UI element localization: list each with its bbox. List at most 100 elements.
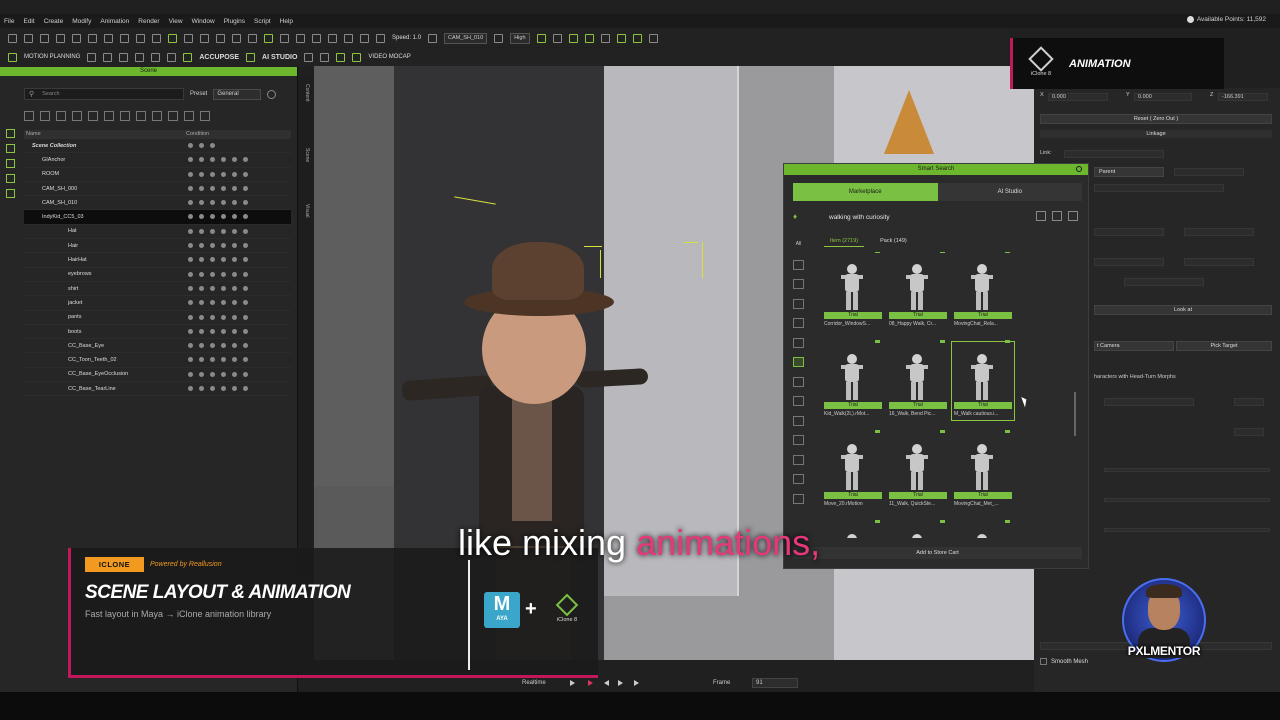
condition-icon[interactable]	[199, 300, 204, 306]
condition-icon[interactable]	[210, 357, 215, 363]
tab-content[interactable]: Content	[300, 84, 310, 102]
scene-tree-row[interactable]: CC_Base_EyeOcclusion	[24, 368, 291, 383]
frame-field[interactable]: 91	[752, 678, 798, 688]
hand-icon[interactable]	[103, 52, 113, 62]
condition-icon[interactable]	[221, 386, 226, 392]
condition-icon[interactable]	[221, 157, 226, 163]
zoom-icon[interactable]	[312, 33, 321, 43]
condition-icon[interactable]	[232, 228, 237, 234]
condition-icon[interactable]	[243, 285, 248, 291]
visibility-icon[interactable]	[188, 185, 193, 191]
trial-badge[interactable]: Trial	[824, 402, 882, 409]
condition-icon[interactable]	[221, 228, 226, 234]
condition-icon[interactable]	[221, 171, 226, 177]
condition-icon[interactable]	[199, 143, 204, 148]
visibility-icon[interactable]	[188, 386, 193, 392]
condition-icon[interactable]	[210, 200, 215, 206]
visibility-icon[interactable]	[188, 328, 193, 334]
filter-funnel-icon[interactable]	[1068, 211, 1078, 221]
menu-help[interactable]: Help	[280, 18, 293, 25]
puppet-icon[interactable]	[87, 52, 97, 62]
category-image-icon[interactable]	[793, 435, 804, 445]
condition-icon[interactable]	[243, 200, 248, 206]
condition-icon[interactable]	[199, 343, 204, 349]
save-icon[interactable]	[40, 33, 49, 43]
smooth-mesh-toggle[interactable]: Smooth Mesh	[1040, 658, 1088, 665]
condition-icon[interactable]	[232, 386, 237, 392]
visibility-icon[interactable]	[188, 228, 193, 234]
speed-label[interactable]: Speed: 1.0	[392, 35, 421, 41]
condition-icon[interactable]	[243, 357, 248, 363]
prev-frame-icon[interactable]	[604, 680, 609, 686]
condition-icon[interactable]	[221, 314, 226, 320]
cone-prop[interactable]	[884, 90, 934, 154]
condition-icon[interactable]	[232, 300, 237, 306]
condition-icon[interactable]	[210, 328, 215, 334]
camera-select[interactable]: CAM_SH_010	[444, 32, 488, 44]
visibility-icon[interactable]	[188, 171, 193, 177]
visibility-icon[interactable]	[188, 271, 193, 277]
scene-tree-row[interactable]: CC_Base_TearLine	[24, 382, 291, 397]
motion-result-item[interactable]	[887, 520, 949, 538]
condition-icon[interactable]	[210, 285, 215, 291]
collapse-icon[interactable]	[320, 52, 330, 62]
condition-icon[interactable]	[221, 328, 226, 334]
visibility-icon[interactable]	[188, 314, 193, 320]
category-gesture-icon[interactable]	[793, 396, 804, 406]
condition-icon[interactable]	[243, 214, 248, 220]
tab-marketplace[interactable]: Marketplace	[793, 183, 938, 201]
category-accessory-icon[interactable]	[793, 298, 804, 309]
scene-tree-row[interactable]: Scene Collection	[24, 139, 291, 154]
condition-icon[interactable]	[199, 357, 204, 363]
new-project-icon[interactable]	[8, 33, 17, 43]
select-icon[interactable]	[152, 33, 161, 43]
condition-icon[interactable]	[210, 386, 215, 392]
category-effect-icon[interactable]	[793, 474, 804, 484]
condition-icon[interactable]	[210, 271, 215, 277]
tab-ai-studio[interactable]: AI Studio	[937, 183, 1082, 201]
condition-icon[interactable]	[243, 328, 248, 334]
camera-view-icon[interactable]	[264, 33, 273, 43]
condition-icon[interactable]	[243, 300, 248, 306]
menu-edit[interactable]: Edit	[23, 18, 34, 25]
motion-result-item[interactable]: Trial Move_20.rMotion	[822, 430, 884, 510]
trial-badge[interactable]: Trial	[889, 402, 947, 409]
scene-tree-row[interactable]: Hair	[24, 239, 291, 254]
open-project-icon[interactable]	[24, 33, 33, 43]
scene-tree-row[interactable]: CAM_SH_000	[24, 182, 291, 197]
condition-icon[interactable]	[199, 243, 204, 249]
condition-icon[interactable]	[243, 185, 248, 191]
sort-icon[interactable]	[184, 111, 194, 121]
condition-icon[interactable]	[199, 185, 204, 191]
undo-icon[interactable]	[136, 33, 145, 43]
face-icon[interactable]	[135, 52, 145, 62]
delete-icon[interactable]	[200, 111, 210, 121]
category-pose-icon[interactable]	[793, 376, 804, 387]
condition-icon[interactable]	[210, 171, 215, 177]
pivot-icon[interactable]	[248, 33, 257, 43]
collapse-all-icon[interactable]	[72, 111, 82, 121]
condition-icon[interactable]	[232, 371, 237, 377]
condition-icon[interactable]	[243, 243, 248, 249]
condition-icon[interactable]	[243, 157, 248, 163]
condition-icon[interactable]	[210, 157, 215, 163]
trial-badge[interactable]: Trial	[954, 492, 1012, 499]
hierarchy-icon[interactable]	[40, 111, 50, 121]
condition-icon[interactable]	[199, 386, 204, 392]
motion-result-item[interactable]: Trial MovingChat_Met_...	[952, 430, 1014, 510]
menu-create[interactable]: Create	[44, 18, 64, 25]
tag-filter-icon[interactable]: ♦	[793, 212, 809, 222]
visibility-icon[interactable]	[188, 257, 193, 263]
menu-window[interactable]: Window	[192, 18, 215, 25]
menu-plugins[interactable]: Plugins	[224, 18, 245, 25]
camera-filter-icon[interactable]	[6, 174, 15, 183]
visibility-icon[interactable]	[188, 143, 193, 148]
scene-tree-row[interactable]: Hat	[24, 225, 291, 240]
accupose-label[interactable]: ACCUPOSE	[199, 54, 239, 61]
video-mocap-label[interactable]: VIDEO MOCAP	[368, 54, 410, 60]
realtime-select[interactable]: Realtime	[522, 680, 546, 686]
category-sky-icon[interactable]	[793, 493, 804, 504]
lighting-icon[interactable]	[584, 33, 594, 43]
close-icon[interactable]	[1076, 166, 1082, 172]
light-icon[interactable]	[280, 33, 289, 43]
